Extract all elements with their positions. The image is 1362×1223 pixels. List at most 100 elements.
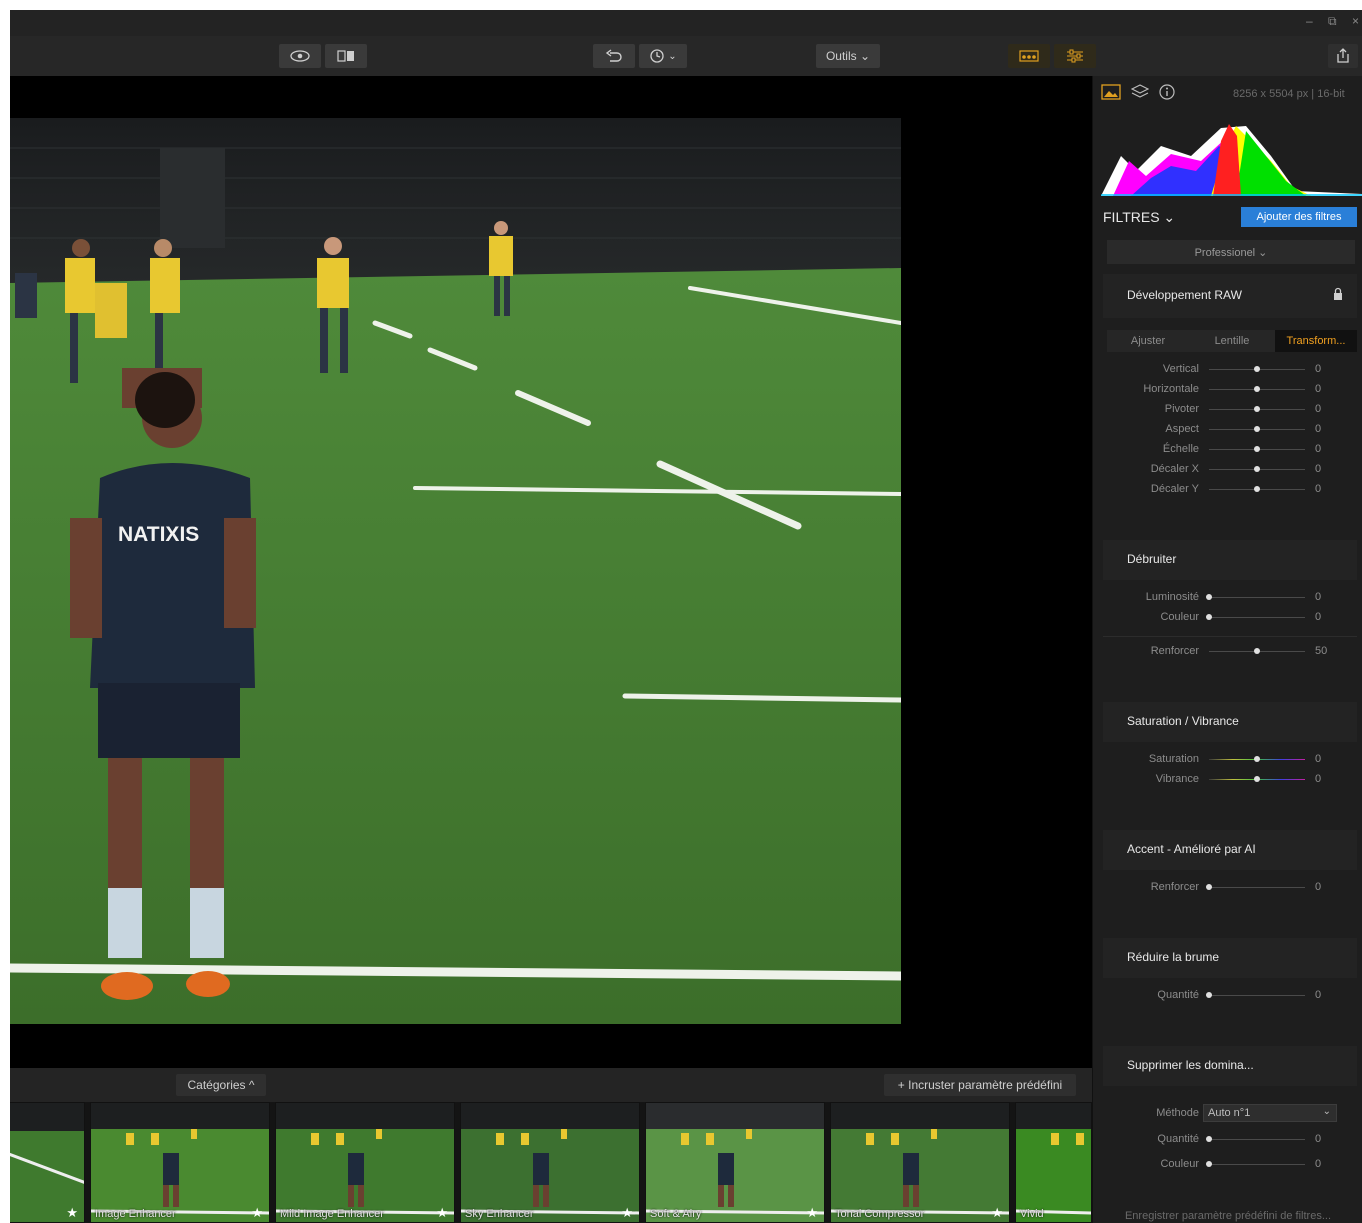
slider-track[interactable] [1209, 887, 1305, 888]
slider-label: Couleur [1160, 1158, 1199, 1170]
favorite-star-icon[interactable]: ★ [621, 1205, 633, 1221]
favorite-star-icon[interactable]: ★ [251, 1205, 263, 1221]
compare-view-button[interactable] [325, 44, 367, 68]
slider-value: 0 [1315, 773, 1322, 785]
haze-header[interactable]: Réduire la brume [1103, 938, 1357, 978]
slider-track[interactable] [1209, 995, 1305, 996]
denoise-header[interactable]: Débruiter [1103, 540, 1357, 580]
preset-thumbnail[interactable]: Image Enhancer ★ [90, 1102, 270, 1223]
slider-label: Échelle [1162, 443, 1199, 455]
share-button[interactable] [1328, 44, 1358, 68]
tab-transform[interactable]: Transform... [1275, 330, 1357, 352]
slider-row: Pivoter 0 [1103, 400, 1353, 420]
tab-ajuster[interactable]: Ajuster [1107, 330, 1189, 352]
app-window: – ⧉ × ⌄ Outils ⌄ NATIXIS Catégories ^ + … [10, 10, 1362, 1223]
preset-mode-dropdown[interactable]: Professionel ⌄ [1107, 240, 1355, 264]
slider-handle[interactable] [1254, 466, 1260, 472]
undo-button[interactable] [593, 44, 635, 68]
image-icon[interactable] [1101, 84, 1121, 100]
categories-button[interactable]: Catégories ^ [176, 1074, 266, 1096]
raw-development-header[interactable]: Développement RAW [1103, 274, 1357, 318]
share-icon [1337, 48, 1349, 63]
preview-toggle-button[interactable] [279, 44, 321, 68]
slider-row: Quantité 0 [1103, 1130, 1353, 1150]
slider-label: Couleur [1160, 611, 1199, 623]
slider-value: 50 [1315, 645, 1328, 657]
method-label: Méthode [1156, 1107, 1199, 1119]
slider-row: Échelle 0 [1103, 440, 1353, 460]
embed-preset-button[interactable]: + Incruster paramètre prédéfini [884, 1074, 1076, 1096]
saturation-header[interactable]: Saturation / Vibrance [1103, 702, 1357, 742]
preset-name: Tonal Compressor [835, 1208, 925, 1220]
slider-handle[interactable] [1254, 776, 1260, 782]
preset-thumbnail[interactable]: Vivid [1015, 1102, 1092, 1223]
filters-title[interactable]: FILTRES ⌄ [1103, 209, 1175, 226]
save-filters-preset-button[interactable]: Enregistrer paramètre prédéfini de filtr… [1093, 1210, 1362, 1223]
slider-handle[interactable] [1254, 386, 1260, 392]
slider-handle[interactable] [1254, 366, 1260, 372]
slider-track[interactable] [1209, 617, 1305, 618]
slider-label: Pivoter [1164, 403, 1199, 415]
slider-handle[interactable] [1254, 486, 1260, 492]
tab-lentille[interactable]: Lentille [1191, 330, 1273, 352]
preset-thumbnail[interactable]: ★ [10, 1102, 85, 1223]
add-filters-button[interactable]: Ajouter des filtres [1241, 207, 1357, 227]
slider-label: Saturation [1148, 753, 1199, 765]
preset-thumbnail[interactable]: Tonal Compressor ★ [830, 1102, 1010, 1223]
layers-icon[interactable] [1131, 84, 1149, 100]
slider-track[interactable] [1209, 1164, 1305, 1165]
slider-handle[interactable] [1206, 614, 1212, 620]
slider-handle[interactable] [1206, 1136, 1212, 1142]
remove-cast-title: Supprimer les domina... [1127, 1058, 1254, 1072]
info-icon[interactable] [1159, 84, 1175, 100]
slider-row: Décaler X 0 [1103, 460, 1353, 480]
slider-handle[interactable] [1206, 594, 1212, 600]
favorite-star-icon[interactable]: ★ [436, 1205, 448, 1221]
slider-handle[interactable] [1254, 426, 1260, 432]
slider-track[interactable] [1209, 597, 1305, 598]
method-row: Méthode Auto n°1 ⌄ [1103, 1104, 1353, 1124]
slider-handle[interactable] [1206, 884, 1212, 890]
favorite-star-icon[interactable]: ★ [66, 1205, 78, 1221]
accent-ai-header[interactable]: Accent - Amélioré par AI [1103, 830, 1357, 870]
filters-panel-button[interactable] [1054, 44, 1096, 68]
histogram [1101, 116, 1362, 196]
slider-label: Luminosité [1145, 591, 1199, 603]
slider-handle[interactable] [1254, 648, 1260, 654]
preset-thumbnail[interactable]: Sky Enhancer ★ [460, 1102, 640, 1223]
close-button[interactable]: × [1352, 14, 1359, 28]
method-value: Auto n°1 [1208, 1107, 1251, 1119]
slider-handle[interactable] [1254, 446, 1260, 452]
image-canvas[interactable]: NATIXIS [10, 76, 1092, 1068]
slider-handle[interactable] [1206, 992, 1212, 998]
slider-value: 0 [1315, 423, 1322, 435]
rugby-training-photo: NATIXIS [10, 118, 901, 1024]
slider-row: Luminosité 0 [1103, 588, 1353, 608]
restore-button[interactable]: ⧉ [1328, 14, 1337, 29]
history-button[interactable]: ⌄ [639, 44, 687, 68]
favorite-star-icon[interactable]: ★ [806, 1205, 818, 1221]
remove-cast-header[interactable]: Supprimer les domina... [1103, 1046, 1357, 1086]
preset-thumbnail[interactable]: Mild Image Enhancer ★ [275, 1102, 455, 1223]
slider-handle[interactable] [1254, 406, 1260, 412]
slider-value: 0 [1315, 463, 1322, 475]
tools-menu-button[interactable]: Outils ⌄ [816, 44, 880, 68]
lock-icon[interactable] [1333, 287, 1343, 300]
split-view-icon [337, 50, 354, 62]
preset-thumbnail[interactable]: Soft & Airy ★ [645, 1102, 825, 1223]
presets-panel-button[interactable] [1008, 44, 1050, 68]
photo-preview: NATIXIS [10, 118, 901, 1024]
slider-value: 0 [1315, 403, 1322, 415]
slider-handle[interactable] [1254, 756, 1260, 762]
method-select[interactable]: Auto n°1 ⌄ [1203, 1104, 1337, 1122]
minimize-button[interactable]: – [1306, 14, 1313, 28]
presets-bar: Catégories ^ + Incruster paramètre prédé… [10, 1068, 1092, 1102]
slider-label: Aspect [1165, 423, 1199, 435]
favorite-star-icon[interactable]: ★ [991, 1205, 1003, 1221]
slider-row: Horizontale 0 [1103, 380, 1353, 400]
slider-row: Vertical 0 [1103, 360, 1353, 380]
accent-ai-title: Accent - Amélioré par AI [1127, 842, 1256, 856]
slider-handle[interactable] [1206, 1161, 1212, 1167]
chevron-down-icon: ⌄ [1322, 1106, 1331, 1117]
slider-track[interactable] [1209, 1139, 1305, 1140]
